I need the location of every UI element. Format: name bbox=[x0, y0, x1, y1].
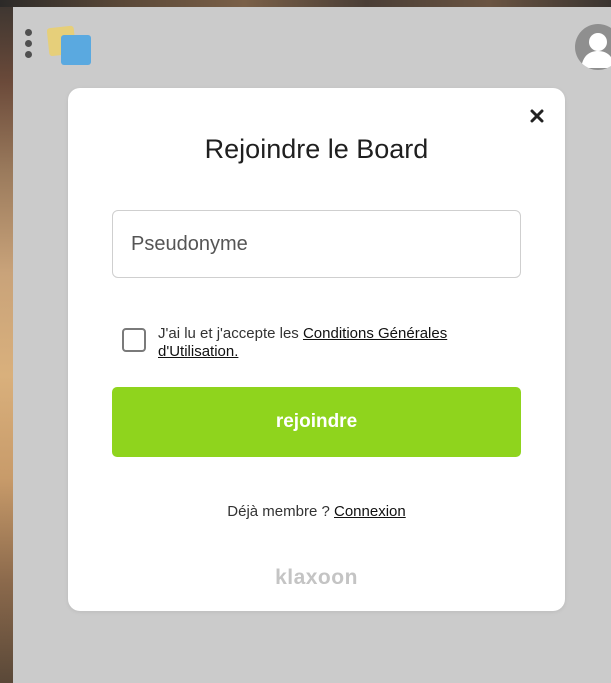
login-link[interactable]: Connexion bbox=[334, 503, 406, 520]
vertical-dots-icon[interactable] bbox=[25, 29, 33, 61]
dot bbox=[25, 29, 32, 36]
terms-row: J'ai lu et j'accepte les Conditions Géné… bbox=[122, 325, 522, 361]
page: Rejoindre le Board J'ai lu et j'accepte … bbox=[0, 0, 611, 683]
nickname-input[interactable] bbox=[112, 210, 521, 278]
background-image-strip-top bbox=[0, 0, 611, 7]
dot bbox=[25, 51, 32, 58]
dialog-title: Rejoindre le Board bbox=[204, 134, 429, 164]
brand-logo-text: klaxoon bbox=[275, 566, 358, 589]
terms-prefix: J'ai lu et j'accepte les bbox=[158, 325, 303, 342]
login-row: Déjà membre ? Connexion bbox=[68, 503, 565, 520]
join-button[interactable]: rejoindre bbox=[112, 387, 521, 457]
terms-label: J'ai lu et j'accepte les Conditions Géné… bbox=[158, 325, 522, 361]
terms-checkbox[interactable] bbox=[122, 328, 146, 352]
dot bbox=[25, 40, 32, 47]
user-avatar-icon[interactable] bbox=[575, 24, 611, 70]
close-icon[interactable] bbox=[527, 106, 547, 126]
background-image-strip bbox=[0, 0, 13, 683]
join-board-dialog: Rejoindre le Board J'ai lu et j'accepte … bbox=[68, 88, 565, 611]
already-member-text: Déjà membre ? bbox=[227, 503, 334, 520]
stacked-notes-logo[interactable] bbox=[46, 25, 95, 67]
